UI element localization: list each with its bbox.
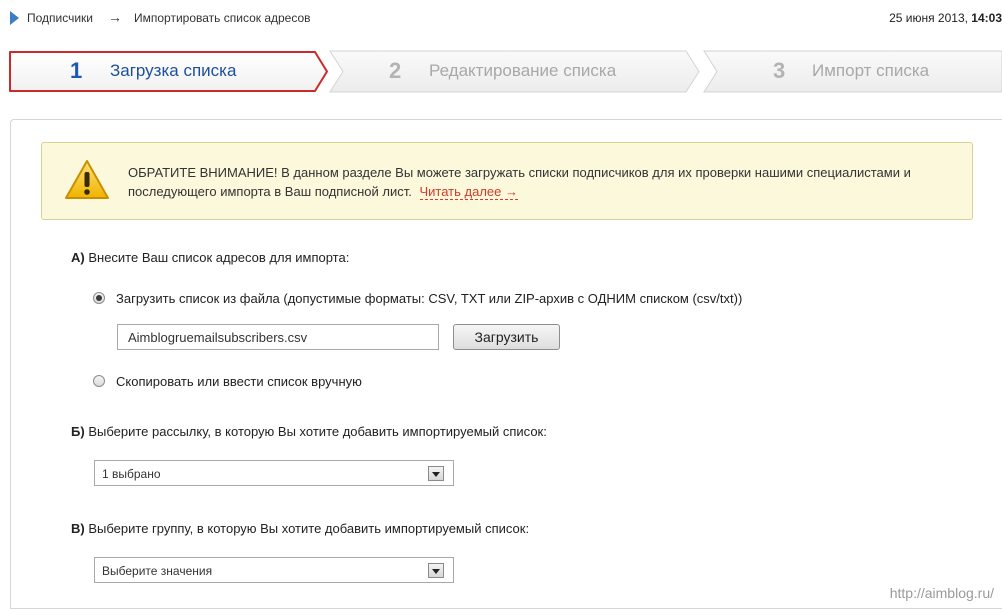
section-b-letter: Б): [71, 424, 85, 439]
file-path-input[interactable]: Aimblogruemailsubscribers.csv: [117, 324, 439, 350]
step-2[interactable]: 2 Редактирование списка: [328, 50, 702, 93]
section-c-label: В) Выберите группу, в которую Вы хотите …: [71, 521, 529, 536]
mailing-select[interactable]: 1 выбрано: [94, 460, 454, 486]
breadcrumb-current: Импортировать список адресов: [134, 11, 311, 25]
section-b-text: Выберите рассылку, в которую Вы хотите д…: [88, 424, 547, 439]
top-bar: Подписчики → Импортировать список адресо…: [0, 0, 1002, 36]
time-text: 14:03: [971, 11, 1002, 25]
section-a-text: Внесите Ваш список адресов для импорта:: [88, 250, 350, 265]
step-2-label: Редактирование списка: [429, 61, 617, 80]
radio-upload-file[interactable]: [93, 292, 105, 304]
wizard-steps: 1 Загрузка списка 2 Редактирование списк…: [8, 50, 1002, 93]
notice-message: ОБРАТИТЕ ВНИМАНИЕ! В данном разделе Вы м…: [128, 165, 911, 199]
breadcrumb-arrow-icon: [10, 11, 19, 25]
group-select-value: Выберите значения: [102, 564, 213, 578]
radio-manual-entry-label[interactable]: Скопировать или ввести список вручную: [116, 374, 362, 389]
section-c-text: Выберите группу, в которую Вы хотите доб…: [88, 521, 530, 536]
group-select[interactable]: Выберите значения: [94, 557, 454, 583]
step-1[interactable]: 1 Загрузка списка: [8, 50, 330, 93]
upload-button[interactable]: Загрузить: [453, 324, 560, 350]
warning-icon: [65, 160, 109, 199]
notice-box: ОБРАТИТЕ ВНИМАНИЕ! В данном разделе Вы м…: [41, 142, 973, 220]
date-text: 25 июня 2013,: [889, 11, 968, 25]
notice-text: ОБРАТИТЕ ВНИМАНИЕ! В данном разделе Вы м…: [128, 163, 928, 201]
section-b-label: Б) Выберите рассылку, в которую Вы хотит…: [71, 424, 547, 439]
step-2-number: 2: [389, 58, 402, 83]
step-1-label: Загрузка списка: [110, 61, 237, 80]
read-more-link[interactable]: Читать далее →: [419, 184, 518, 200]
radio-upload-file-label[interactable]: Загрузить список из файла (допустимые фо…: [116, 291, 742, 306]
step-3-number: 3: [773, 58, 786, 83]
mailing-select-value: 1 выбрано: [102, 467, 161, 481]
chevron-down-icon[interactable]: [428, 466, 444, 481]
breadcrumb-separator: →: [108, 9, 122, 25]
step-1-number: 1: [70, 58, 83, 83]
section-c-letter: В): [71, 521, 85, 536]
breadcrumb-subscribers-link[interactable]: Подписчики: [27, 11, 93, 25]
step-3[interactable]: 3 Импорт списка: [702, 50, 1002, 93]
watermark: http://aimblog.ru/: [889, 585, 994, 601]
section-a-label: А) Внесите Ваш список адресов для импорт…: [71, 250, 349, 265]
chevron-down-icon[interactable]: [428, 563, 444, 578]
section-a-letter: А): [71, 250, 85, 265]
radio-manual-entry[interactable]: [93, 375, 105, 387]
step-3-label: Импорт списка: [812, 61, 930, 80]
datetime: 25 июня 2013, 14:03: [889, 11, 1002, 25]
